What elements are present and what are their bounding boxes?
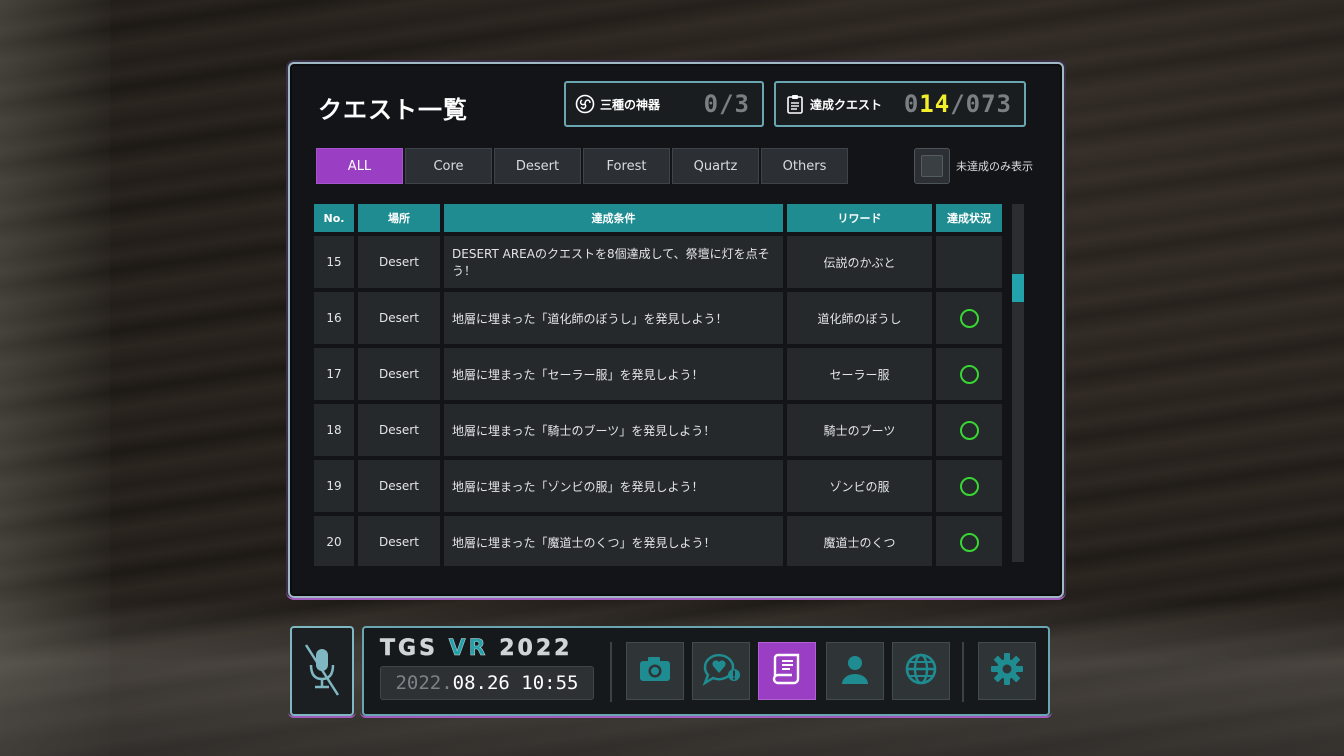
completed-quests-leading-zero: 0 (903, 90, 920, 118)
row-no: 16 (314, 292, 354, 344)
incomplete-only-label: 未達成のみ表示 (956, 160, 1033, 173)
profile-button[interactable] (826, 642, 884, 700)
table-row[interactable]: 15 Desert DESERT AREAのクエストを8個達成して、祭壇に灯を点… (314, 236, 1034, 288)
tab-core[interactable]: Core (405, 148, 492, 184)
table-scrollbar[interactable] (1012, 204, 1024, 562)
row-place: Desert (358, 236, 440, 288)
tab-all[interactable]: ALL (316, 148, 403, 184)
globe-icon (904, 652, 938, 690)
header-place: 場所 (358, 204, 440, 232)
row-condition: 地層に埋まった「魔道士のくつ」を発見しよう！ (444, 516, 783, 566)
bottom-dock: TGS VR 2022 2022. 08.26 10:55 (360, 626, 1052, 718)
quest-list-panel: クエスト一覧 三種の神器 0/3 達成クエスト 014/073 ALL Core… (286, 62, 1066, 600)
clipboard-icon (784, 93, 806, 115)
logo-text-year: 2022 (488, 636, 573, 662)
page-title: クエスト一覧 (318, 96, 468, 124)
completed-circle-icon (959, 476, 979, 496)
quest-button[interactable] (758, 642, 816, 700)
logo-text-vr: VR (448, 636, 489, 662)
row-condition: 地層に埋まった「ゾンビの服」を発見しよう！ (444, 460, 783, 512)
completed-quests-label: 達成クエスト (810, 97, 883, 112)
completed-circle-icon (959, 364, 979, 384)
checkbox-inner (921, 155, 943, 177)
completed-quests-total: /073 (950, 90, 1012, 118)
datetime-display: 2022. 08.26 10:55 (380, 666, 594, 700)
completed-quests-value: 014/073 (904, 90, 1012, 118)
incomplete-only-filter: 未達成のみ表示 (914, 148, 1033, 184)
row-status (936, 460, 1002, 512)
row-condition: 地層に埋まった「セーラー服」を発見しよう！ (444, 348, 783, 400)
mic-muted-icon (302, 639, 342, 703)
row-place: Desert (358, 348, 440, 400)
header-status: 達成状況 (936, 204, 1002, 232)
logo-text-tgs: TGS (380, 636, 449, 662)
row-place: Desert (358, 516, 440, 566)
sacred-treasures-label: 三種の神器 (600, 97, 661, 112)
settings-button[interactable] (978, 642, 1036, 700)
row-no: 17 (314, 348, 354, 400)
row-reward: セーラー服 (787, 348, 932, 400)
table-row[interactable]: 19 Desert 地層に埋まった「ゾンビの服」を発見しよう！ ゾンビの服 (314, 460, 1034, 512)
row-status (936, 292, 1002, 344)
event-logo: TGS VR 2022 (380, 636, 573, 662)
heart-speech-icon (701, 651, 741, 691)
completed-quests-count: 14 (919, 90, 951, 118)
header-condition: 達成条件 (444, 204, 783, 232)
completed-quests-counter: 達成クエスト 014/073 (774, 81, 1026, 127)
row-condition: DESERT AREAのクエストを8個達成して、祭壇に灯を点そう！ (444, 236, 783, 288)
row-condition: 地層に埋まった「騎士のブーツ」を発見しよう！ (444, 404, 783, 456)
dock-divider (962, 642, 964, 702)
row-reward: 騎士のブーツ (787, 404, 932, 456)
row-no: 18 (314, 404, 354, 456)
row-reward: 道化師のぼうし (787, 292, 932, 344)
tab-quartz[interactable]: Quartz (672, 148, 759, 184)
incomplete-only-checkbox[interactable] (914, 148, 950, 184)
camera-button[interactable] (626, 642, 684, 700)
emote-button[interactable] (692, 642, 750, 700)
table-row[interactable]: 16 Desert 地層に埋まった「道化師のぼうし」を発見しよう！ 道化師のぼう… (314, 292, 1034, 344)
header-reward: リワード (787, 204, 932, 232)
row-reward: 魔道士のくつ (787, 516, 932, 566)
scroll-icon (772, 652, 802, 690)
date-year: 2022. (395, 672, 453, 694)
row-status (936, 516, 1002, 566)
dock-divider (610, 642, 612, 702)
camera-icon (638, 655, 672, 687)
row-no: 20 (314, 516, 354, 566)
triskelion-icon (574, 93, 596, 115)
completed-circle-icon (959, 308, 979, 328)
category-tabs: ALL Core Desert Forest Quartz Others (316, 148, 848, 184)
tab-others[interactable]: Others (761, 148, 848, 184)
gear-icon (990, 652, 1024, 690)
row-place: Desert (358, 292, 440, 344)
row-reward: ゾンビの服 (787, 460, 932, 512)
row-no: 19 (314, 460, 354, 512)
scrollbar-thumb[interactable] (1012, 274, 1024, 302)
table-row[interactable]: 18 Desert 地層に埋まった「騎士のブーツ」を発見しよう！ 騎士のブーツ (314, 404, 1034, 456)
completed-circle-icon (959, 420, 979, 440)
date-time: 08.26 10:55 (452, 672, 579, 694)
row-status (936, 348, 1002, 400)
row-place: Desert (358, 404, 440, 456)
world-button[interactable] (892, 642, 950, 700)
sacred-treasures-counter: 三種の神器 0/3 (564, 81, 764, 127)
sacred-treasures-value: 0/3 (703, 90, 750, 118)
table-row[interactable]: 20 Desert 地層に埋まった「魔道士のくつ」を発見しよう！ 魔道士のくつ (314, 516, 1034, 566)
header-no: No. (314, 204, 354, 232)
row-status (936, 404, 1002, 456)
table-header: No. 場所 達成条件 リワード 達成状況 (314, 204, 1034, 232)
table-row[interactable]: 17 Desert 地層に埋まった「セーラー服」を発見しよう！ セーラー服 (314, 348, 1034, 400)
row-status (936, 236, 1002, 288)
quest-table: No. 場所 達成条件 リワード 達成状況 15 Desert DESERT A… (314, 204, 1034, 566)
person-icon (839, 653, 871, 689)
row-reward: 伝説のかぶと (787, 236, 932, 288)
row-condition: 地層に埋まった「道化師のぼうし」を発見しよう！ (444, 292, 783, 344)
mic-toggle-button[interactable] (288, 626, 356, 718)
tab-desert[interactable]: Desert (494, 148, 581, 184)
row-place: Desert (358, 460, 440, 512)
tab-forest[interactable]: Forest (583, 148, 670, 184)
completed-circle-icon (959, 532, 979, 552)
row-no: 15 (314, 236, 354, 288)
